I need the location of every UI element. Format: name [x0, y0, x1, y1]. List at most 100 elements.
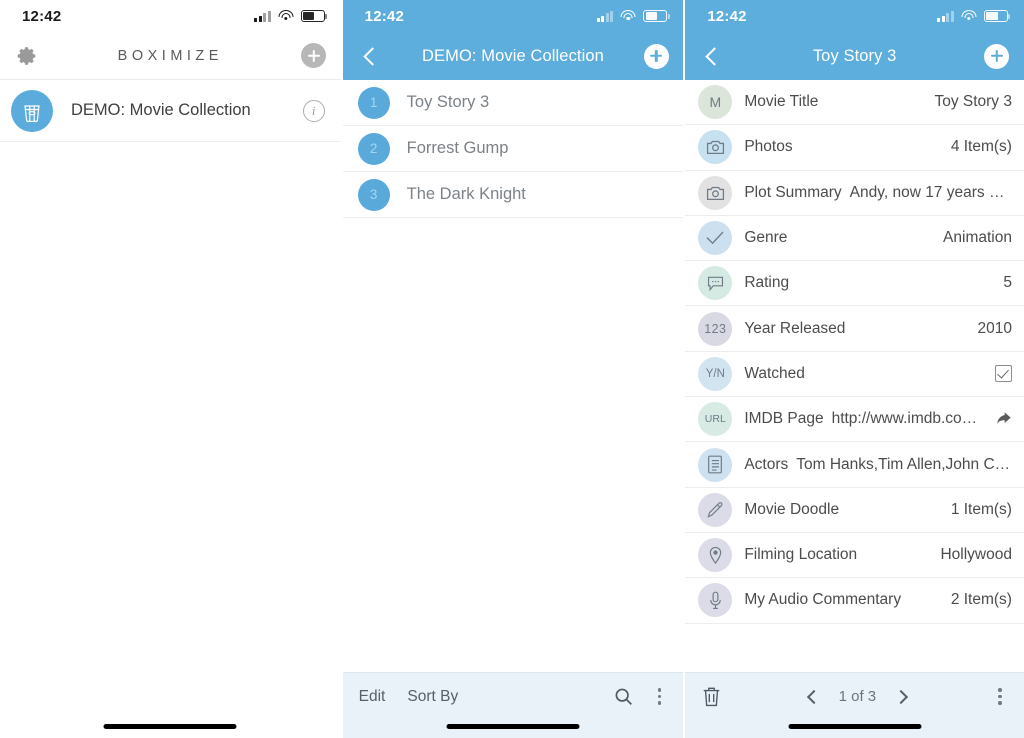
list-icon: [698, 448, 732, 482]
battery-icon: [301, 10, 325, 22]
plus-icon: [301, 43, 326, 68]
field-label: IMDB Page: [744, 410, 823, 428]
field-row[interactable]: 123 Year Released 2010: [685, 306, 1024, 351]
panel-record-detail: 12:42 Toy Story 3 M Movie Title Toy Stor…: [685, 0, 1024, 738]
status-time: 12:42: [22, 8, 61, 25]
record-index-badge: 3: [358, 179, 390, 211]
page-indicator: 1 of 3: [839, 688, 877, 705]
list-item[interactable]: 2 Forrest Gump: [343, 126, 684, 172]
popcorn-icon: [21, 99, 43, 123]
more-options-button[interactable]: [652, 688, 668, 705]
avatar: [11, 90, 53, 132]
field-value: 2010: [970, 320, 1012, 338]
record-index-badge: 2: [358, 133, 390, 165]
field-row[interactable]: M Movie Title Toy Story 3: [685, 80, 1024, 125]
field-label: Year Released: [744, 320, 845, 338]
url-icon: URL: [698, 402, 732, 436]
records-navbar: DEMO: Movie Collection: [343, 32, 684, 80]
detail-navbar: Toy Story 3: [685, 32, 1024, 80]
pencil-doodle-icon: [698, 493, 732, 527]
field-value: Hollywood: [932, 546, 1012, 564]
more-vertical-icon: [998, 688, 1002, 692]
field-value: 2 Item(s): [943, 591, 1012, 609]
field-row[interactable]: URL IMDB Page http://www.imdb.com/title/…: [685, 397, 1024, 442]
field-value: 5: [995, 274, 1012, 292]
cellular-signal-icon: [254, 11, 271, 22]
field-value: Toy Story 3: [926, 93, 1012, 111]
search-button[interactable]: [613, 686, 634, 707]
prev-record-button[interactable]: [807, 689, 821, 703]
field-row[interactable]: Filming Location Hollywood: [685, 533, 1024, 578]
location-pin-icon: [698, 538, 732, 572]
back-button[interactable]: [343, 32, 397, 80]
wifi-icon: [620, 10, 636, 22]
field-label: Plot Summary: [744, 184, 841, 202]
share-link-button[interactable]: [996, 411, 1012, 427]
microphone-icon: [698, 583, 732, 617]
panel-records: 12:42 DEMO: Movie Collection 1 Toy Story…: [343, 0, 684, 738]
field-value: Andy, now 17 years old is a…: [842, 184, 1012, 202]
record-pager: 1 of 3: [809, 688, 907, 705]
collection-info-button[interactable]: i: [303, 100, 325, 122]
field-row[interactable]: Photos 4 Item(s): [685, 125, 1024, 170]
field-label: My Audio Commentary: [744, 591, 901, 609]
record-name: Toy Story 3: [407, 93, 490, 112]
camera-icon: [698, 176, 732, 210]
field-row[interactable]: Genre Animation: [685, 216, 1024, 261]
field-row[interactable]: Movie Doodle 1 Item(s): [685, 488, 1024, 533]
next-record-button[interactable]: [894, 689, 908, 703]
cellular-signal-icon: [937, 11, 954, 22]
trash-icon: [701, 686, 722, 708]
edit-button[interactable]: Edit: [359, 688, 386, 706]
add-collection-button[interactable]: [287, 32, 341, 80]
add-field-button[interactable]: [970, 32, 1024, 80]
field-row[interactable]: Rating 5: [685, 261, 1024, 306]
status-icons: [254, 10, 325, 22]
collection-row[interactable]: DEMO: Movie Collection i: [0, 80, 341, 142]
field-row[interactable]: Actors Tom Hanks,Tim Allen,John Cusack: [685, 442, 1024, 487]
home-indicator: [104, 724, 237, 729]
panel-collections: 12:42 BOXIMIZE: [0, 0, 341, 738]
delete-record-button[interactable]: [701, 686, 722, 708]
field-value: Animation: [935, 229, 1012, 247]
settings-button[interactable]: [0, 32, 54, 80]
field-label: Movie Doodle: [744, 501, 839, 519]
collections-navbar: BOXIMIZE: [0, 32, 341, 80]
check-icon: [698, 221, 732, 255]
chevron-left-icon: [706, 47, 724, 65]
three-panel-screenshot: 12:42 BOXIMIZE: [0, 0, 1024, 738]
field-row[interactable]: My Audio Commentary 2 Item(s): [685, 578, 1024, 623]
wifi-icon: [278, 10, 294, 22]
status-time: 12:42: [707, 8, 746, 25]
add-record-button[interactable]: [629, 32, 683, 80]
status-bar: 12:42: [0, 0, 341, 32]
field-label: Movie Title: [744, 93, 818, 111]
plus-icon: [644, 44, 669, 69]
back-button[interactable]: [685, 32, 739, 80]
list-item[interactable]: 3 The Dark Knight: [343, 172, 684, 218]
field-row[interactable]: Plot Summary Andy, now 17 years old is a…: [685, 171, 1024, 216]
status-icons: [597, 10, 668, 22]
field-row[interactable]: Y/N Watched: [685, 352, 1024, 397]
letter-m-icon: M: [698, 85, 732, 119]
camera-icon: [698, 130, 732, 164]
field-label: Photos: [744, 138, 792, 156]
gear-icon: [16, 45, 38, 67]
battery-icon: [984, 10, 1008, 22]
field-label: Watched: [744, 365, 805, 383]
wifi-icon: [961, 10, 977, 22]
cellular-signal-icon: [597, 11, 614, 22]
yes-no-icon: Y/N: [698, 357, 732, 391]
watched-checkbox[interactable]: [995, 365, 1012, 382]
list-item[interactable]: 1 Toy Story 3: [343, 80, 684, 126]
record-name: Forrest Gump: [407, 139, 509, 158]
field-label: Genre: [744, 229, 787, 247]
status-bar: 12:42: [685, 0, 1024, 32]
field-label: Rating: [744, 274, 789, 292]
more-vertical-icon: [658, 688, 662, 692]
field-label: Filming Location: [744, 546, 857, 564]
home-indicator: [788, 724, 921, 729]
field-label: Actors: [744, 456, 788, 474]
more-options-button[interactable]: [992, 688, 1008, 705]
sort-by-button[interactable]: Sort By: [407, 688, 458, 706]
